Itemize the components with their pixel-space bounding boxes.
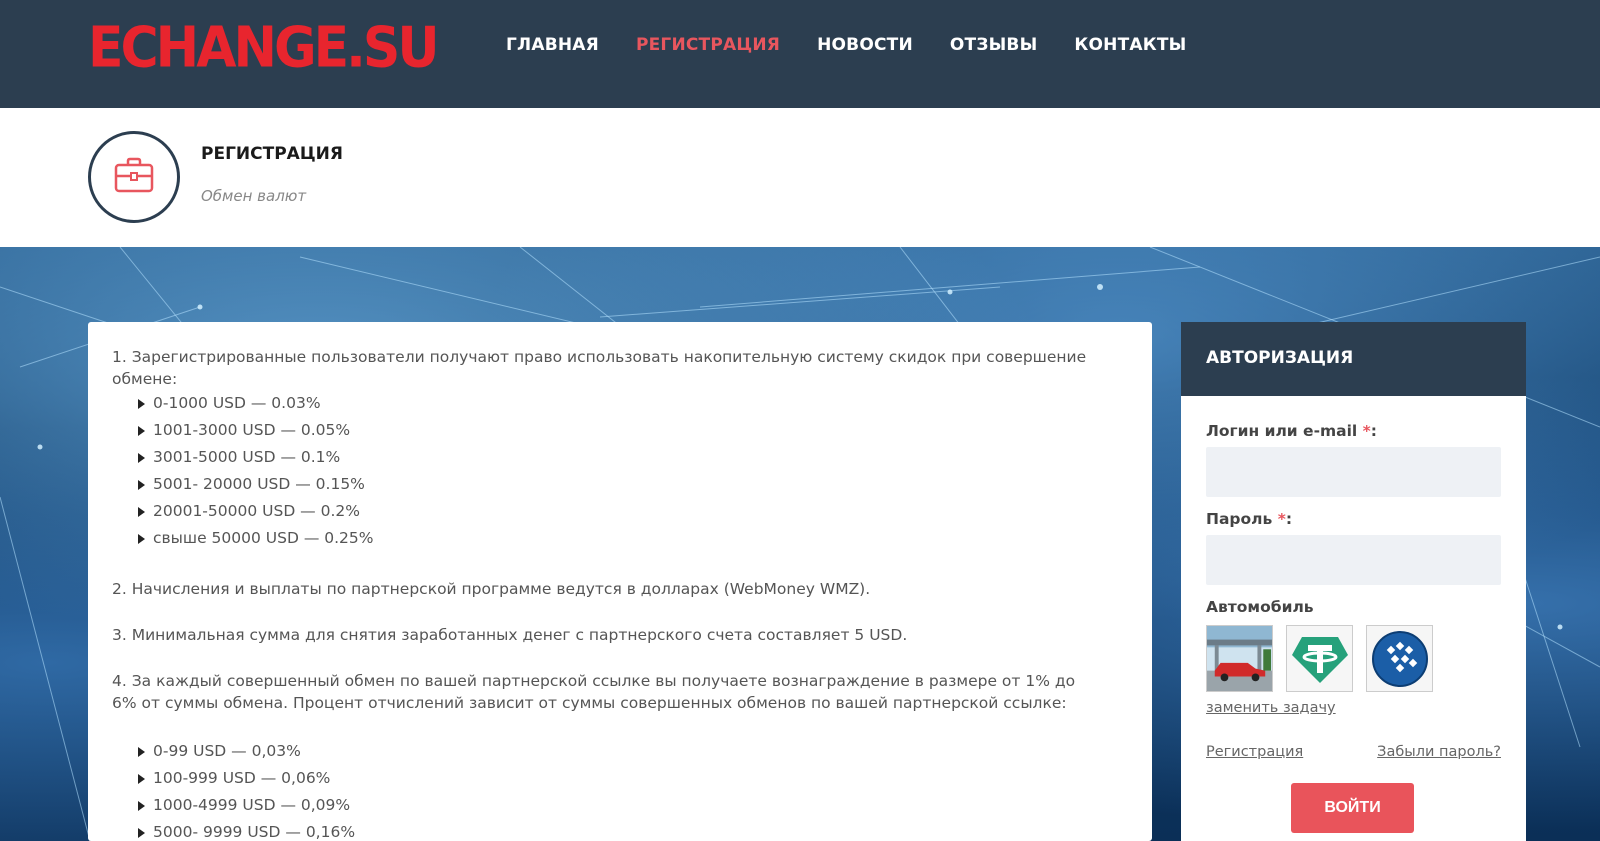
list-item-text: 1001-3000 USD — 0.05%: [153, 421, 351, 439]
main-nav: ГЛАВНАЯ РЕГИСТРАЦИЯ НОВОСТИ ОТЗЫВЫ КОНТА…: [506, 34, 1223, 56]
list-item-text: 100-999 USD — 0,06%: [153, 769, 331, 787]
page-icon-circle: [88, 131, 180, 223]
triangle-bullet-icon: [138, 800, 145, 811]
list-item: 0-99 USD — 0,03%: [138, 738, 355, 765]
tether-icon: [1291, 636, 1348, 683]
site-logo[interactable]: ECHANGE.SU: [88, 16, 440, 81]
list-item: 1000-4999 USD — 0,09%: [138, 792, 355, 819]
briefcase-icon: [113, 156, 155, 198]
partner-rate-list: 0-99 USD — 0,03% 100-999 USD — 0,06% 100…: [138, 738, 355, 841]
register-link[interactable]: Регистрация: [1206, 744, 1303, 760]
list-item: 3001-5000 USD — 0.1%: [138, 444, 374, 471]
list-item-text: свыше 50000 USD — 0.25%: [153, 529, 374, 547]
triangle-bullet-icon: [138, 506, 145, 517]
triangle-bullet-icon: [138, 533, 145, 544]
password-input[interactable]: [1206, 535, 1501, 585]
required-mark: *: [1362, 422, 1371, 440]
list-item: 1001-3000 USD — 0.05%: [138, 417, 374, 444]
content-card: 1. Зарегистрированные пользователи получ…: [88, 322, 1152, 841]
required-mark: *: [1277, 510, 1286, 528]
triangle-bullet-icon: [138, 425, 145, 436]
list-item: 100-999 USD — 0,06%: [138, 765, 355, 792]
login-input[interactable]: [1206, 447, 1501, 497]
list-item: 0-1000 USD — 0.03%: [138, 390, 374, 417]
nav-contacts[interactable]: КОНТАКТЫ: [1074, 34, 1186, 56]
rule-1-text: 1. Зарегистрированные пользователи получ…: [112, 348, 1087, 388]
login-button[interactable]: ВОЙТИ: [1291, 783, 1414, 833]
change-captcha-link[interactable]: заменить задачу: [1206, 700, 1336, 716]
triangle-bullet-icon: [138, 398, 145, 409]
list-item-text: 0-99 USD — 0,03%: [153, 742, 301, 760]
list-item-text: 1000-4999 USD — 0,09%: [153, 796, 351, 814]
triangle-bullet-icon: [138, 773, 145, 784]
page-subtitle: Обмен валют: [201, 187, 307, 205]
auth-title: АВТОРИЗАЦИЯ: [1181, 322, 1526, 396]
rule-4-text: 4. За каждый совершенный обмен по вашей …: [112, 672, 1076, 712]
list-item-text: 5001- 20000 USD — 0.15%: [153, 475, 365, 493]
discount-list: 0-1000 USD — 0.03% 1001-3000 USD — 0.05%…: [138, 390, 374, 552]
triangle-bullet-icon: [138, 746, 145, 757]
forgot-password-link[interactable]: Забыли пароль?: [1377, 744, 1501, 760]
captcha-label: Автомобиль: [1206, 598, 1314, 616]
list-item-text: 5000- 9999 USD — 0,16%: [153, 823, 356, 841]
nav-news[interactable]: НОВОСТИ: [817, 34, 913, 56]
captcha-option-tether[interactable]: [1286, 625, 1353, 692]
auth-panel: АВТОРИЗАЦИЯ Логин или e-mail *: Пароль *…: [1181, 322, 1526, 841]
site-header: ECHANGE.SU ГЛАВНАЯ РЕГИСТРАЦИЯ НОВОСТИ О…: [0, 0, 1600, 108]
nav-home[interactable]: ГЛАВНАЯ: [506, 34, 599, 56]
rule-2-text: 2. Начисления и выплаты по партнерской п…: [112, 580, 871, 598]
list-item: 5001- 20000 USD — 0.15%: [138, 471, 374, 498]
nav-reviews[interactable]: ОТЗЫВЫ: [950, 34, 1038, 56]
list-item-text: 20001-50000 USD — 0.2%: [153, 502, 360, 520]
page-title-band: [0, 108, 1600, 247]
triangle-bullet-icon: [138, 479, 145, 490]
rule-3-text: 3. Минимальная сумма для снятия заработа…: [112, 626, 908, 644]
password-label: Пароль *:: [1206, 510, 1293, 528]
triangle-bullet-icon: [138, 827, 145, 838]
list-item: 20001-50000 USD — 0.2%: [138, 498, 374, 525]
nav-registration[interactable]: РЕГИСТРАЦИЯ: [636, 34, 780, 56]
list-item-text: 0-1000 USD — 0.03%: [153, 394, 321, 412]
car-image: [1207, 626, 1272, 691]
list-item: свыше 50000 USD — 0.25%: [138, 525, 374, 552]
triangle-bullet-icon: [138, 452, 145, 463]
captcha-option-webmoney[interactable]: [1366, 625, 1433, 692]
page-title: РЕГИСТРАЦИЯ: [201, 144, 343, 164]
list-item-text: 3001-5000 USD — 0.1%: [153, 448, 341, 466]
captcha-option-car[interactable]: [1206, 625, 1273, 692]
list-item: 5000- 9999 USD — 0,16%: [138, 819, 355, 841]
login-label: Логин или e-mail *:: [1206, 422, 1377, 440]
webmoney-icon: [1371, 630, 1428, 687]
